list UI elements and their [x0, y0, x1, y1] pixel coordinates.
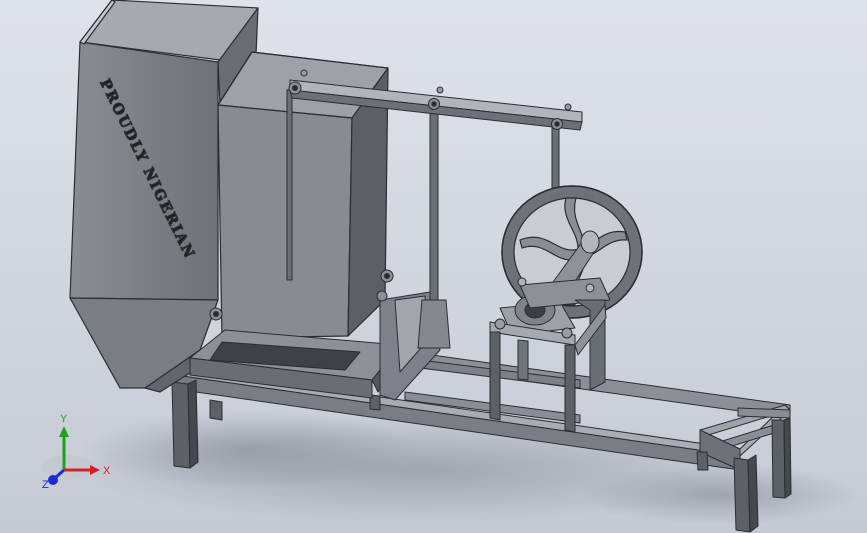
axis-y-label: Y — [60, 413, 68, 425]
cad-viewport[interactable]: PROUDLY NIGERIAN Y X Z — [0, 0, 867, 533]
axis-x-label: X — [103, 465, 111, 477]
triad-icon: Y X Z — [42, 413, 111, 490]
axis-z-label: Z — [42, 479, 49, 490]
hopper-flywheel-machine-model[interactable]: PROUDLY NIGERIAN — [0, 0, 867, 533]
left-rod[interactable] — [429, 107, 439, 319]
